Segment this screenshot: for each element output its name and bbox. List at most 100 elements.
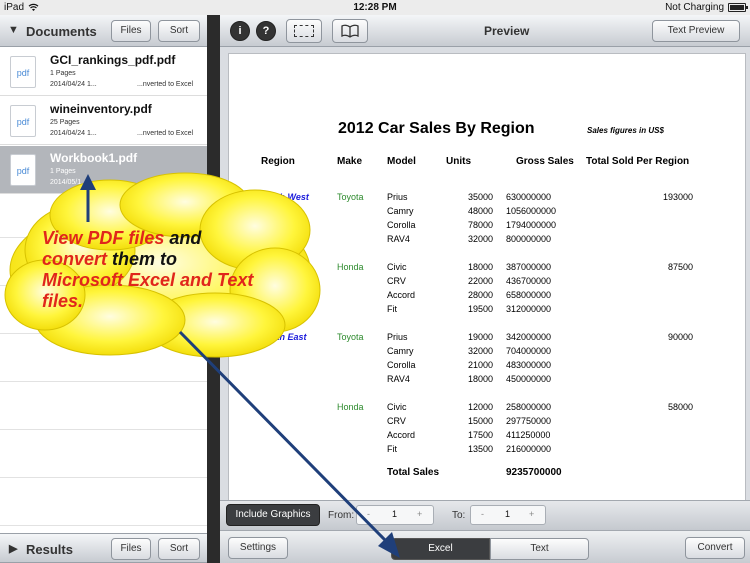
units-cell: 15000 [467, 416, 493, 426]
gross-sales-cell: 387000000 [506, 262, 552, 272]
model-cell: Civic [387, 402, 407, 412]
from-label: From: [328, 510, 355, 521]
pdf-preview-page: 2012 Car Sales By Region Sales figures i… [228, 53, 746, 508]
model-cell: Civic [387, 262, 407, 272]
region-cell: North West [261, 192, 309, 202]
chevron-right-icon[interactable]: ▶ [9, 542, 17, 555]
region-total-cell: 193000 [662, 192, 693, 202]
gross-sales-cell: 297750000 [506, 416, 552, 426]
charging-status: Not Charging [665, 2, 724, 13]
gross-sales-cell: 436700000 [506, 276, 552, 286]
conversion-status: ...nverted to Excel [137, 179, 194, 186]
page-count: 25 Pages [50, 119, 80, 126]
select-area-button[interactable] [286, 19, 322, 43]
text-tab[interactable]: Text [490, 538, 589, 560]
list-item[interactable]: pdf wineinventory.pdf 25 Pages 2014/04/2… [0, 97, 207, 145]
col-header-region: Region [261, 156, 295, 167]
gross-sales-cell: 630000000 [506, 192, 552, 202]
list-divider [0, 429, 207, 430]
model-cell: RAV4 [387, 234, 410, 244]
units-cell: 32000 [467, 346, 493, 356]
model-cell: Camry [387, 346, 414, 356]
page-range-bar: Include Graphics From: - 1 + To: - 1 + [220, 500, 750, 530]
list-item[interactable]: pdf GCI_rankings_pdf.pdf 1 Pages 2014/04… [0, 48, 207, 96]
model-cell: Corolla [387, 360, 416, 370]
documents-header: ▼ Documents Files Sort [0, 15, 207, 47]
action-bar: Settings Excel Text Convert [220, 530, 750, 563]
to-stepper[interactable]: - 1 + [470, 505, 546, 525]
model-cell: Prius [387, 332, 408, 342]
file-date: 2014/04/24 1... [50, 130, 97, 137]
text-preview-button[interactable]: Text Preview [652, 20, 740, 42]
col-header-total-sold: Total Sold Per Region [586, 156, 690, 167]
documents-title: Documents [26, 24, 97, 39]
selection-rectangle-icon [294, 25, 314, 37]
document-title: 2012 Car Sales By Region [338, 120, 535, 137]
units-cell: 35000 [467, 192, 493, 202]
gross-sales-cell: 1056000000 [506, 206, 557, 216]
region-total-cell: 58000 [667, 402, 693, 412]
preview-header: i ? Preview Text Preview [220, 15, 750, 47]
info-icon: i [238, 25, 242, 37]
units-cell: 22000 [467, 276, 493, 286]
model-cell: Camry [387, 206, 414, 216]
results-files-button[interactable]: Files [111, 538, 151, 560]
results-sort-button[interactable]: Sort [158, 538, 200, 560]
from-stepper[interactable]: - 1 + [356, 505, 434, 525]
col-header-model: Model [387, 156, 416, 167]
sort-button[interactable]: Sort [158, 20, 200, 42]
from-decrement-button[interactable]: - [367, 509, 370, 519]
document-subtitle: Sales figures in US$ [587, 126, 664, 135]
open-book-icon [341, 24, 359, 38]
battery-icon [728, 3, 748, 12]
chevron-down-icon[interactable]: ▼ [8, 24, 19, 36]
model-cell: Corolla [387, 220, 416, 230]
from-increment-button[interactable]: + [417, 509, 422, 519]
model-cell: Prius [387, 192, 408, 202]
preview-title: Preview [484, 24, 530, 38]
info-button[interactable]: i [230, 21, 250, 41]
model-cell: RAV4 [387, 374, 410, 384]
units-cell: 17500 [467, 430, 493, 440]
list-item-selected[interactable]: pdf Workbook1.pdf 1 Pages 2014/05/1... .… [0, 146, 207, 194]
gross-sales-cell: 800000000 [506, 234, 552, 244]
model-cell: CRV [387, 416, 406, 426]
clock: 12:28 PM [353, 2, 397, 13]
page-count: 1 Pages [50, 70, 76, 77]
model-cell: Fit [387, 444, 397, 454]
units-cell: 12000 [467, 402, 493, 412]
gross-sales-cell: 258000000 [506, 402, 552, 412]
make-cell: Honda [337, 262, 364, 272]
from-value: 1 [392, 509, 398, 519]
to-decrement-button[interactable]: - [481, 509, 484, 519]
gross-sales-cell: 342000000 [506, 332, 552, 342]
pdf-file-icon: pdf [10, 56, 36, 88]
settings-button[interactable]: Settings [228, 537, 288, 559]
page-count: 1 Pages [50, 168, 76, 175]
units-cell: 18000 [467, 262, 493, 272]
include-graphics-button[interactable]: Include Graphics [226, 504, 320, 526]
units-cell: 18000 [467, 374, 493, 384]
model-cell: Accord [387, 430, 416, 440]
book-button[interactable] [332, 19, 368, 43]
to-label: To: [452, 510, 466, 521]
units-cell: 19500 [467, 304, 493, 314]
make-cell: Toyota [337, 192, 364, 202]
region-total-cell: 90000 [667, 332, 693, 342]
model-cell: Fit [387, 304, 397, 314]
help-button[interactable]: ? [256, 21, 276, 41]
units-cell: 19000 [467, 332, 493, 342]
gross-sales-cell: 450000000 [506, 374, 552, 384]
units-cell: 13500 [467, 444, 493, 454]
gross-sales-cell: 704000000 [506, 346, 552, 356]
units-cell: 48000 [467, 206, 493, 216]
to-increment-button[interactable]: + [529, 509, 534, 519]
files-button[interactable]: Files [111, 20, 151, 42]
units-cell: 32000 [467, 234, 493, 244]
gross-sales-cell: 312000000 [506, 304, 552, 314]
help-icon: ? [262, 25, 270, 37]
preview-panel: i ? Preview Text Preview 2012 Car Sales … [220, 15, 750, 563]
file-name: wineinventory.pdf [50, 102, 152, 116]
convert-button[interactable]: Convert [685, 537, 745, 559]
excel-tab[interactable]: Excel [391, 538, 490, 560]
